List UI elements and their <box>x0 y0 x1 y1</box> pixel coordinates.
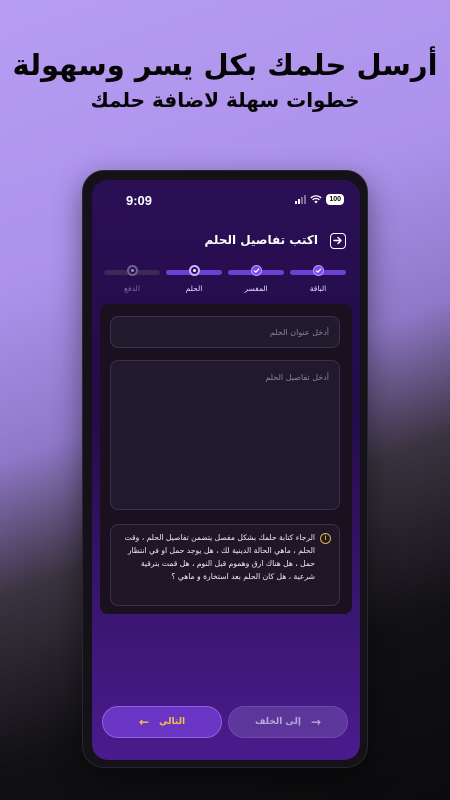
progress-stepper: الدفع الحلم المفسر الباقة <box>104 264 346 300</box>
dream-details-input[interactable]: أدخل تفاصيل الحلم <box>110 360 340 510</box>
arrow-left-icon: ← <box>138 715 150 729</box>
step-current-icon <box>189 265 200 276</box>
step-label: المفسر <box>244 284 268 293</box>
status-icons: 100 <box>295 194 344 205</box>
step-label: الباقة <box>309 284 327 293</box>
dream-form-card: أدخل عنوان الحلم أدخل تفاصيل الحلم i الر… <box>100 304 352 614</box>
step-label: الحلم <box>185 284 203 293</box>
back-button[interactable]: → إلى الخلف <box>228 706 348 738</box>
promo-headline: أرسل حلمك بكل يسر وسهولة <box>12 48 438 82</box>
status-time: 9:09 <box>126 193 153 208</box>
wifi-icon <box>310 195 322 204</box>
page-header: اكتب تفاصيل الحلم <box>92 230 360 254</box>
check-icon <box>251 265 262 276</box>
back-button-label: إلى الخلف <box>254 717 301 727</box>
battery-indicator: 100 <box>326 194 344 205</box>
step-label: الدفع <box>124 284 140 293</box>
promo-subheadline: خطوات سهلة لاضافة حلمك <box>90 88 360 112</box>
phone-frame: 9:09 100 اكتب تفاصيل الحلم الدفع الحلم ا… <box>82 170 368 768</box>
signal-icon <box>295 195 307 204</box>
status-bar: 9:09 100 <box>92 180 360 216</box>
info-icon: i <box>320 533 331 544</box>
next-button-label: التالي <box>159 717 186 727</box>
notice-text: الرجاء كتابة حلمك بشكل مفصل يتضمن تفاصيل… <box>124 533 315 581</box>
instructions-notice: i الرجاء كتابة حلمك بشكل مفصل يتضمن تفاص… <box>110 524 340 606</box>
back-arrow-icon[interactable] <box>330 233 346 249</box>
next-button[interactable]: التالي ← <box>102 706 222 738</box>
dream-title-input[interactable]: أدخل عنوان الحلم <box>110 316 340 348</box>
check-icon <box>313 265 324 276</box>
step-pending-icon <box>127 265 138 276</box>
page-title: اكتب تفاصيل الحلم <box>204 233 318 247</box>
arrow-right-icon: → <box>311 715 322 729</box>
app-screen: 9:09 100 اكتب تفاصيل الحلم الدفع الحلم ا… <box>92 180 360 760</box>
